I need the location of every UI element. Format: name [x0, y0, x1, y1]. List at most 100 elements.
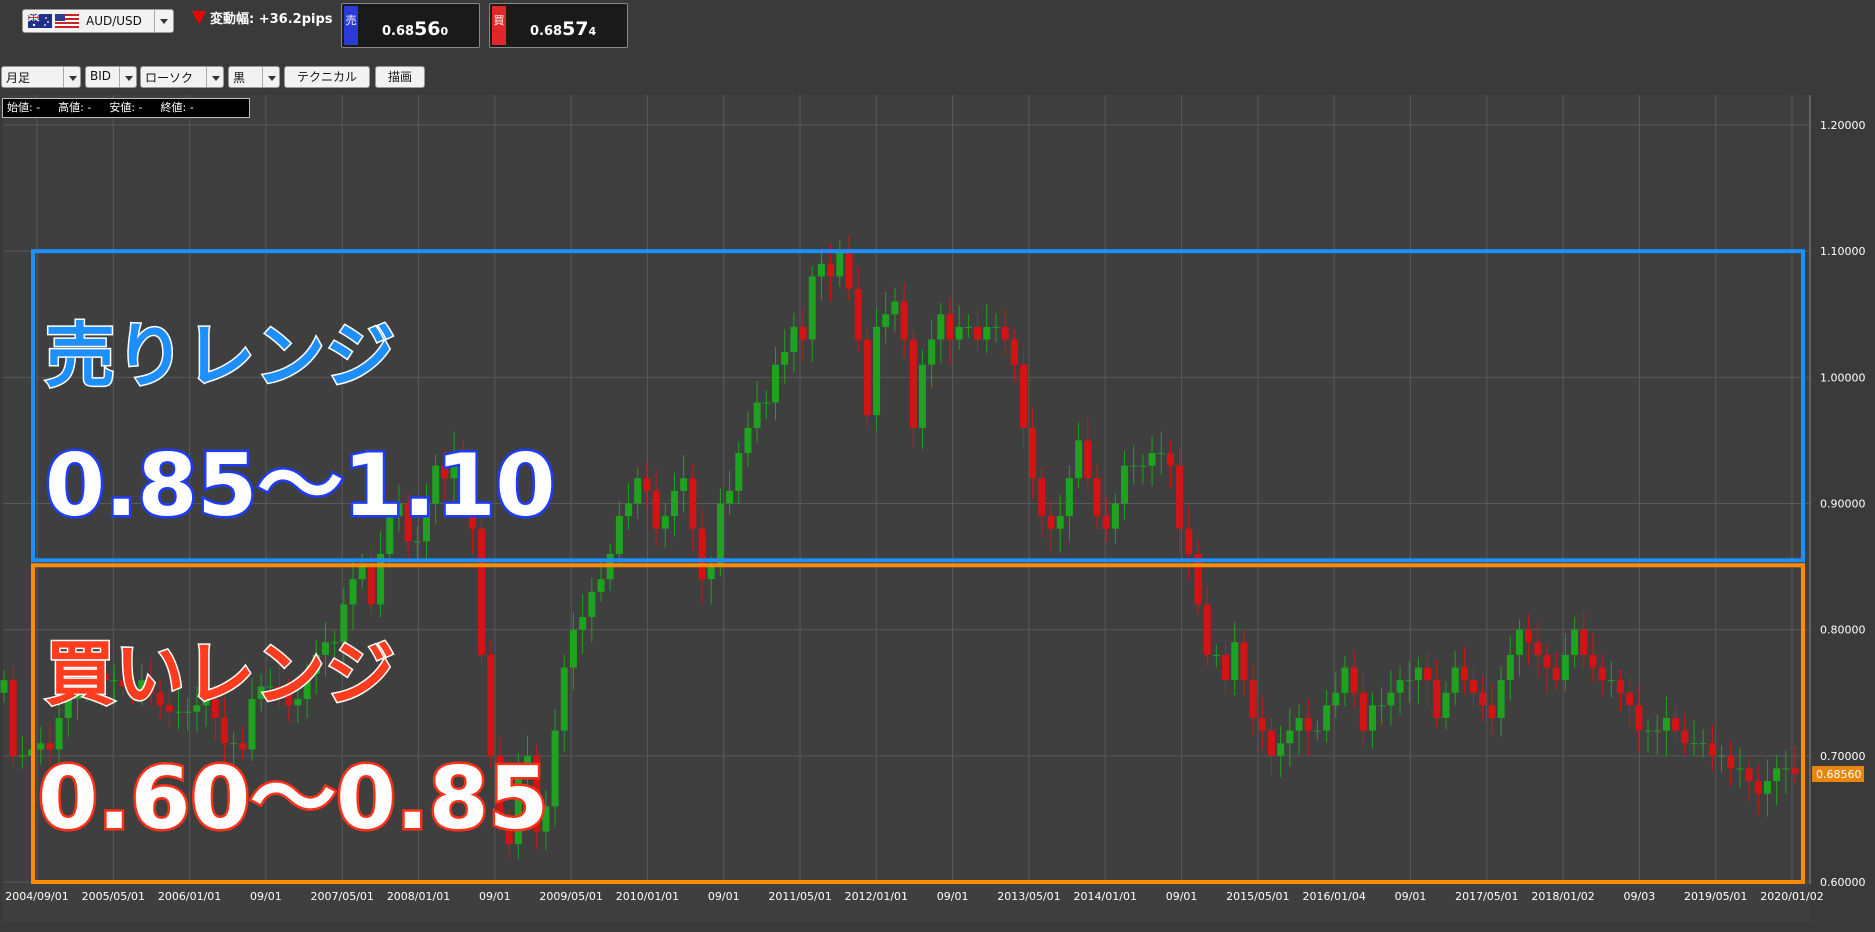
candle-body	[1313, 730, 1321, 732]
candle-body	[1148, 453, 1156, 466]
buy-tag: 買	[492, 6, 506, 45]
candle-body	[873, 326, 881, 416]
candle-body	[1139, 465, 1147, 467]
candle-body	[1736, 768, 1744, 770]
candle-body	[413, 541, 421, 543]
candle-body	[1019, 364, 1027, 428]
candle-body	[1561, 654, 1569, 681]
candle-body	[1047, 516, 1055, 529]
y-tick-label: 1.00000	[1820, 371, 1866, 384]
period-select[interactable]: 月足	[1, 66, 81, 88]
candle-body	[1414, 667, 1422, 681]
candle-body	[680, 478, 688, 491]
candle-body	[1635, 705, 1643, 731]
x-tick-label: 2008/01/01	[387, 890, 450, 903]
candle-body	[560, 667, 568, 731]
candle-body	[1359, 692, 1367, 731]
candle-body	[1212, 654, 1220, 656]
arrow-down-icon	[192, 11, 206, 25]
candle-body	[762, 402, 770, 404]
x-tick-label: 09/01	[479, 890, 511, 903]
candle-body	[1396, 680, 1404, 693]
candle-body	[625, 503, 633, 517]
chart-type-label: ローソク	[145, 71, 194, 85]
candle-body	[1369, 705, 1377, 731]
candle-body	[1791, 768, 1799, 774]
candle-body	[358, 566, 366, 580]
x-tick-label: 09/01	[1166, 890, 1198, 903]
price-change-text: 変動幅: +36.2pips	[210, 12, 333, 27]
buy-price-suffix: 4	[588, 25, 597, 38]
candle-body	[790, 326, 798, 353]
x-tick-label: 2004/09/01	[5, 890, 68, 903]
ohlc-readout: 始値: - 高値: - 安値: - 終値: -	[2, 98, 250, 118]
buy-range-title: 買いレンジ	[44, 632, 397, 717]
candle-body	[946, 314, 954, 340]
candle-body	[1754, 781, 1762, 794]
ohlc-open: 始値: -	[7, 101, 41, 114]
candle-body	[478, 528, 486, 655]
candle-body	[1763, 781, 1771, 794]
buy-price-button[interactable]: 買 0.68574	[489, 3, 628, 48]
candle-body	[928, 339, 936, 365]
sell-tag: 売	[344, 6, 358, 45]
candle-body	[1231, 642, 1239, 681]
candle-body	[1672, 717, 1680, 731]
chart-type-select[interactable]: ローソク	[140, 66, 224, 88]
candle-body	[735, 453, 743, 491]
candle-body	[781, 352, 789, 365]
y-tick-label: 0.80000	[1820, 624, 1866, 637]
candle-body	[1525, 629, 1533, 643]
candle-body	[1552, 667, 1560, 681]
candle-body	[992, 326, 1000, 328]
sell-range-value: 0.85～1.10	[42, 434, 557, 539]
candle-body	[0, 680, 8, 693]
candle-body	[1543, 654, 1551, 668]
x-tick-label: 2012/01/01	[845, 890, 908, 903]
candle-body	[1653, 730, 1661, 732]
candle-body	[753, 402, 761, 428]
candle-body	[1515, 629, 1523, 655]
x-tick-label: 2019/05/01	[1684, 890, 1747, 903]
draw-button[interactable]: 描画	[375, 66, 425, 88]
candle-body	[569, 629, 577, 668]
candle-body	[882, 314, 890, 327]
candle-body	[1424, 667, 1432, 681]
y-tick-label: 1.10000	[1820, 245, 1866, 258]
candle-body	[643, 478, 651, 491]
candle-body	[1488, 705, 1496, 718]
candle-body	[1277, 743, 1285, 756]
candle-body	[597, 579, 605, 592]
x-tick-label: 2006/01/01	[158, 890, 221, 903]
candle-body	[1010, 339, 1018, 365]
x-tick-label: 2007/05/01	[311, 890, 374, 903]
candle-body	[1176, 465, 1184, 529]
technical-button[interactable]: テクニカル	[284, 66, 370, 88]
candle-body	[1102, 516, 1110, 529]
sell-price: 0.68560	[382, 18, 448, 40]
currency-pair-select[interactable]: AUD/USD	[22, 9, 174, 33]
candle-body	[1121, 465, 1129, 504]
candle-body	[772, 364, 780, 403]
color-select[interactable]: 黒	[228, 66, 280, 88]
chevron-down-icon[interactable]	[206, 67, 223, 87]
candle-body	[1451, 667, 1459, 693]
x-tick-label: 2010/01/01	[616, 890, 679, 903]
sell-price-button[interactable]: 売 0.68560	[341, 3, 480, 48]
candle-body	[1442, 692, 1450, 718]
candle-body	[1222, 654, 1230, 681]
candle-body	[1029, 427, 1037, 479]
candle-body	[1093, 478, 1101, 517]
candle-body	[1773, 768, 1781, 782]
chevron-down-icon[interactable]	[262, 67, 279, 87]
chevron-down-icon[interactable]	[63, 67, 80, 87]
currency-pair-label: AUD/USD	[86, 14, 142, 28]
candle-body	[845, 251, 853, 290]
x-tick-label: 2005/05/01	[82, 890, 145, 903]
price-type-select[interactable]: BID	[85, 66, 137, 88]
candle-body	[955, 326, 963, 340]
chevron-down-icon[interactable]	[154, 10, 173, 32]
x-tick-label: 2009/05/01	[539, 890, 602, 903]
candle-body	[1378, 705, 1386, 707]
chevron-down-icon[interactable]	[119, 67, 136, 87]
